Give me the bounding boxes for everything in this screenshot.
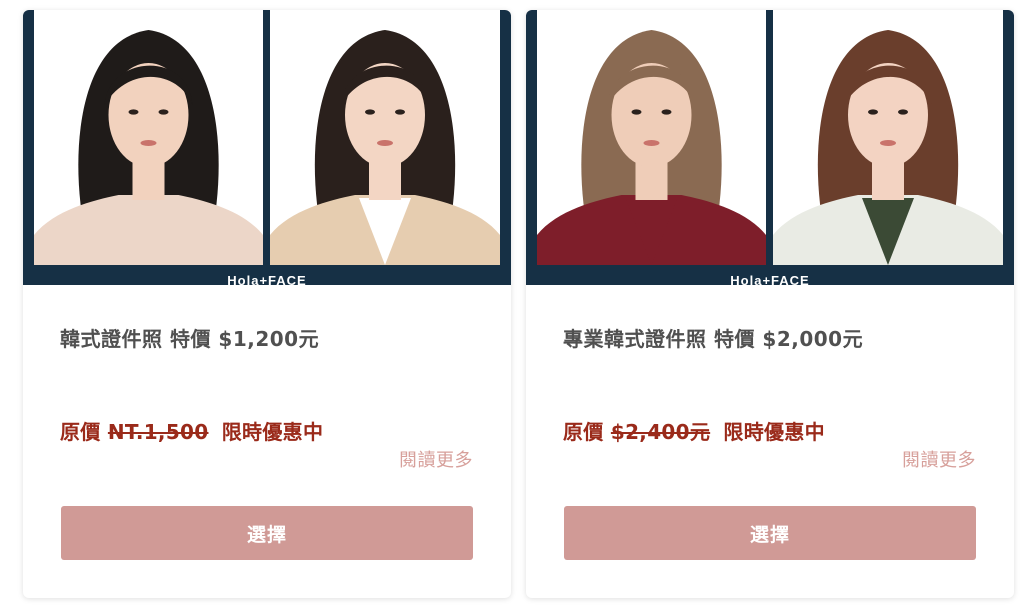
original-price: $2,400元 — [610, 420, 711, 444]
portrait-photo — [270, 10, 500, 265]
product-photo-strip: Hola+FACE — [23, 10, 511, 285]
eye-shape — [898, 109, 908, 115]
promo-suffix: 限時優惠中 — [221, 420, 324, 444]
eye-shape — [158, 109, 169, 115]
eye-shape — [128, 109, 139, 115]
eye-shape — [395, 109, 405, 115]
eye-shape — [661, 109, 672, 115]
eye-shape — [365, 109, 375, 115]
select-button[interactable]: 選擇 — [61, 506, 473, 560]
brand-watermark: Hola+FACE — [730, 273, 810, 285]
brand-watermark: Hola+FACE — [227, 273, 307, 285]
promo-text: 原價 $2,400元 限時優惠中 — [563, 416, 825, 445]
lips-shape — [880, 140, 896, 146]
original-price: NT.1,500 — [107, 420, 209, 444]
promo-prefix: 原價 — [563, 420, 604, 444]
promo-suffix: 限時優惠中 — [723, 420, 825, 444]
promo-text: 原價 NT.1,500 限時優惠中 — [60, 416, 323, 445]
read-more-link[interactable]: 閱讀更多 — [399, 446, 473, 472]
promo-prefix: 原價 — [60, 420, 101, 444]
product-photo-strip: Hola+FACE — [526, 10, 1014, 285]
eye-shape — [868, 109, 878, 115]
select-button[interactable]: 選擇 — [564, 506, 976, 560]
lips-shape — [140, 140, 157, 146]
read-more-link[interactable]: 閱讀更多 — [902, 446, 976, 472]
eye-shape — [631, 109, 642, 115]
product-title: 專業韓式證件照 特價 $2,000元 — [563, 327, 864, 351]
lips-shape — [377, 140, 393, 146]
product-card: Hola+FACE 韓式證件照 特價 $1,200元 原價 NT.1,500 限… — [23, 10, 511, 598]
portrait-photo — [537, 10, 766, 265]
portrait-photo — [773, 10, 1003, 265]
product-grid: Hola+FACE 韓式證件照 特價 $1,200元 原價 NT.1,500 限… — [0, 0, 1024, 606]
product-title: 韓式證件照 特價 $1,200元 — [60, 327, 320, 351]
product-card: Hola+FACE 專業韓式證件照 特價 $2,000元 原價 $2,400元 … — [526, 10, 1014, 598]
portrait-photo — [34, 10, 263, 265]
lips-shape — [643, 140, 660, 146]
